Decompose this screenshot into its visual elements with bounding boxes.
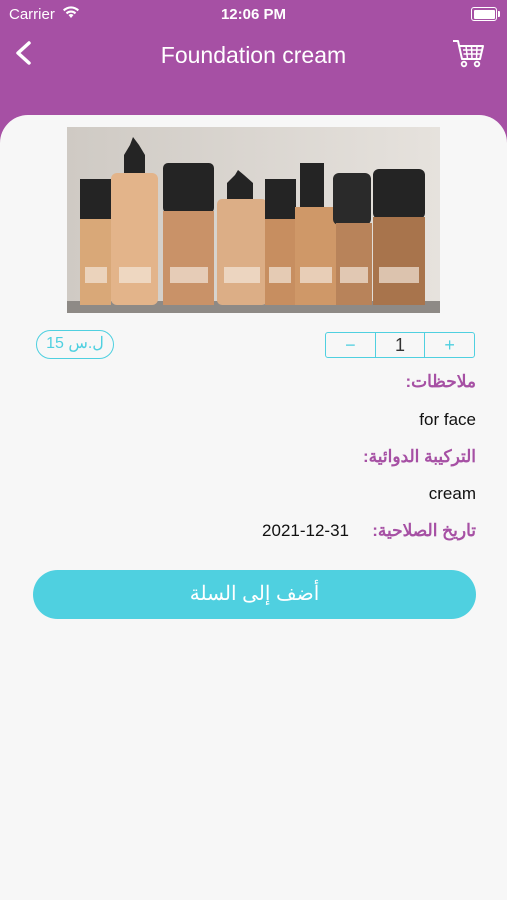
quantity-value: 1 [374,333,426,357]
price-badge: 15 ل.س [36,330,114,359]
product-image [67,127,440,313]
decrement-button[interactable]: − [326,333,375,357]
shopping-cart-icon [453,40,484,68]
battery-icon [471,7,500,21]
notes-value: for face [419,410,476,429]
increment-button[interactable]: + [425,333,474,357]
notes-label: ملاحظات: [405,372,476,391]
add-to-cart-button[interactable]: أضف إلى السلة [33,570,476,619]
status-bar: Carrier 12:06 PM [0,0,507,30]
expiry-value: 2021-12-31 [262,521,349,540]
page-title: Foundation cream [160,42,347,68]
product-card: 15 ل.س − 1 + ملاحظات: for face التركيبة … [0,115,507,900]
formula-value: cream [428,484,476,503]
expiry-label: تاريخ الصلاحية: [372,521,476,540]
cart-button[interactable] [451,35,487,71]
formula-label: التركيبة الدوائية: [363,447,476,466]
nav-bar: Foundation cream [0,30,507,80]
quantity-stepper: − 1 + [325,332,475,358]
status-time: 12:06 PM [220,6,287,23]
